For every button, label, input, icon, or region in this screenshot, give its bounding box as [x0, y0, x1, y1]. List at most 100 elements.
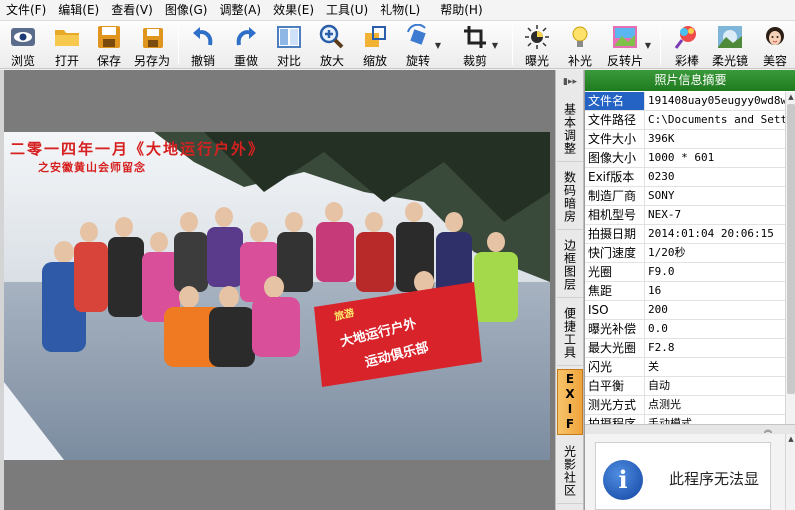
exif-value: C:\Documents and Setti	[648, 113, 785, 126]
reversal-film-icon	[612, 24, 638, 50]
rotate-button[interactable]: 旋转 ▼	[401, 21, 441, 69]
scroll-up-icon[interactable]: ▲	[786, 92, 795, 103]
image-workspace[interactable]: 二零一四年一月《大地运行户外》 之安徽黄山会师留念 旅游 大地运行户外 运动俱乐…	[4, 70, 555, 510]
exif-row[interactable]: ISO 200	[585, 301, 785, 320]
menu-gift[interactable]: 礼物(L)	[374, 0, 426, 21]
fill-light-icon	[567, 24, 593, 50]
tab-quick-tools[interactable]: 便捷工具	[557, 300, 583, 366]
panel-splitter[interactable]: ︽	[585, 424, 795, 434]
exif-value: 1/20秒	[648, 246, 686, 259]
exif-row[interactable]: 快门速度 1/20秒	[585, 244, 785, 263]
exposure-button[interactable]: 曝光	[520, 21, 554, 69]
exif-row[interactable]: 光圈 F9.0	[585, 263, 785, 282]
exif-value: 1000 * 601	[648, 151, 715, 164]
menu-help[interactable]: 帮助(H)	[434, 0, 488, 21]
exif-key: 焦距	[585, 282, 645, 300]
compare-icon	[276, 24, 302, 50]
message-text: 此程序无法显	[669, 470, 760, 488]
exif-key: 文件大小	[585, 130, 645, 148]
photo-caption-title: 二零一四年一月《大地运行户外》	[10, 140, 266, 158]
crop-button[interactable]: 裁剪 ▼	[458, 21, 498, 69]
tab-basic-adjust[interactable]: 基本调整	[557, 96, 583, 162]
exif-row[interactable]: 文件路径 C:\Documents and Setti	[585, 111, 785, 130]
color-wand-button[interactable]: 彩棒	[670, 21, 704, 69]
exif-key: 文件路径	[585, 111, 645, 129]
exif-value: 396K	[648, 132, 675, 145]
exif-value: 2014:01:04 20:06:15	[648, 227, 774, 240]
compare-button[interactable]: 对比	[272, 21, 306, 69]
exif-row[interactable]: 白平衡 自动	[585, 377, 785, 396]
open-button[interactable]: 打开	[50, 21, 84, 69]
tab-frame-layer[interactable]: 边框图层	[557, 232, 583, 298]
side-tab-bar: ▮▸▸ 基本调整 数码暗房 边框图层 便捷工具 EXIF 光影社区	[555, 70, 584, 510]
crop-dropdown-icon[interactable]: ▼	[492, 41, 498, 50]
undo-icon	[190, 24, 216, 50]
toolbar-separator	[660, 25, 661, 65]
menu-bar: 文件(F) 编辑(E) 查看(V) 图像(G) 调整(A) 效果(E) 工具(U…	[0, 0, 795, 21]
exif-scrollbar[interactable]: ▲	[785, 92, 795, 424]
exif-info-panel: 照片信息摘要 文件名 191408uay05eugyy0wd8ww 文件路径 C:\D…	[584, 70, 795, 510]
tab-exif[interactable]: EXIF	[557, 369, 583, 435]
color-wand-icon	[674, 24, 700, 50]
exif-key: 制造厂商	[585, 187, 645, 205]
redo-icon	[233, 24, 259, 50]
exif-value: 自动	[648, 379, 670, 392]
exif-value: 191408uay05eugyy0wd8ww	[648, 94, 785, 107]
soft-focus-icon	[717, 24, 743, 50]
menu-image[interactable]: 图像(G)	[159, 0, 214, 21]
exif-row[interactable]: Exif版本 0230	[585, 168, 785, 187]
eye-icon	[10, 24, 36, 50]
fill-light-button[interactable]: 补光	[563, 21, 597, 69]
resize-icon	[362, 24, 388, 50]
exif-row[interactable]: 拍摄程序 手动模式	[585, 415, 785, 424]
crop-icon	[462, 24, 488, 50]
zoom-in-button[interactable]: 放大	[315, 21, 349, 69]
exif-key: 闪光	[585, 358, 645, 376]
resize-button[interactable]: 缩放	[358, 21, 392, 69]
splitter-up-icon[interactable]: ︽	[764, 425, 772, 434]
exif-key: 白平衡	[585, 377, 645, 395]
redo-button[interactable]: 重做	[229, 21, 263, 69]
exif-key: 快门速度	[585, 244, 645, 262]
rotate-dropdown-icon[interactable]: ▼	[435, 41, 441, 50]
info-icon: i	[603, 460, 643, 500]
exif-row[interactable]: 焦距 16	[585, 282, 785, 301]
reversal-film-dropdown-icon[interactable]: ▼	[645, 41, 651, 50]
exif-row[interactable]: 拍摄日期 2014:01:04 20:06:15	[585, 225, 785, 244]
exif-row[interactable]: 制造厂商 SONY	[585, 187, 785, 206]
exif-row[interactable]: 曝光补偿 0.0	[585, 320, 785, 339]
menu-tools[interactable]: 工具(U)	[320, 0, 374, 21]
tab-community[interactable]: 光影社区	[557, 438, 583, 504]
beauty-button[interactable]: 美容	[758, 21, 792, 69]
tab-digital-darkroom[interactable]: 数码暗房	[557, 164, 583, 230]
message-scroll-up-icon[interactable]: ▲	[786, 434, 795, 445]
exif-row[interactable]: 最大光圈 F2.8	[585, 339, 785, 358]
menu-view[interactable]: 查看(V)	[105, 0, 159, 21]
scroll-thumb[interactable]	[787, 104, 795, 394]
collapse-panel-icon[interactable]: ▮▸▸	[556, 70, 584, 94]
undo-button[interactable]: 撤销	[186, 21, 220, 69]
exif-row[interactable]: 图像大小 1000 * 601	[585, 149, 785, 168]
exif-row[interactable]: 测光方式 点测光	[585, 396, 785, 415]
menu-adjust[interactable]: 调整(A)	[213, 0, 267, 21]
menu-effects[interactable]: 效果(E)	[267, 0, 320, 21]
exif-key: 测光方式	[585, 396, 645, 414]
exposure-icon	[524, 24, 550, 50]
exif-row[interactable]: 相机型号 NEX-7	[585, 206, 785, 225]
beauty-icon	[762, 24, 788, 50]
photo-canvas[interactable]: 二零一四年一月《大地运行户外》 之安徽黄山会师留念 旅游 大地运行户外 运动俱乐…	[4, 132, 550, 460]
save-button[interactable]: 保存	[92, 21, 126, 69]
reversal-film-button[interactable]: 反转片 ▼	[605, 21, 651, 69]
exif-row[interactable]: 文件名 191408uay05eugyy0wd8ww	[585, 92, 785, 111]
menu-file[interactable]: 文件(F)	[0, 0, 52, 21]
folder-icon	[54, 24, 80, 50]
exif-row[interactable]: 文件大小 396K	[585, 130, 785, 149]
exif-value: 200	[648, 303, 668, 316]
soft-focus-button[interactable]: 柔光镜	[708, 21, 752, 69]
save-as-button[interactable]: 另存为	[132, 21, 172, 69]
message-scrollbar[interactable]: ▲	[785, 434, 795, 510]
exif-row[interactable]: 闪光关	[585, 358, 785, 377]
browse-button[interactable]: 浏览	[6, 21, 40, 69]
menu-edit[interactable]: 编辑(E)	[52, 0, 105, 21]
save-as-icon	[139, 24, 165, 50]
